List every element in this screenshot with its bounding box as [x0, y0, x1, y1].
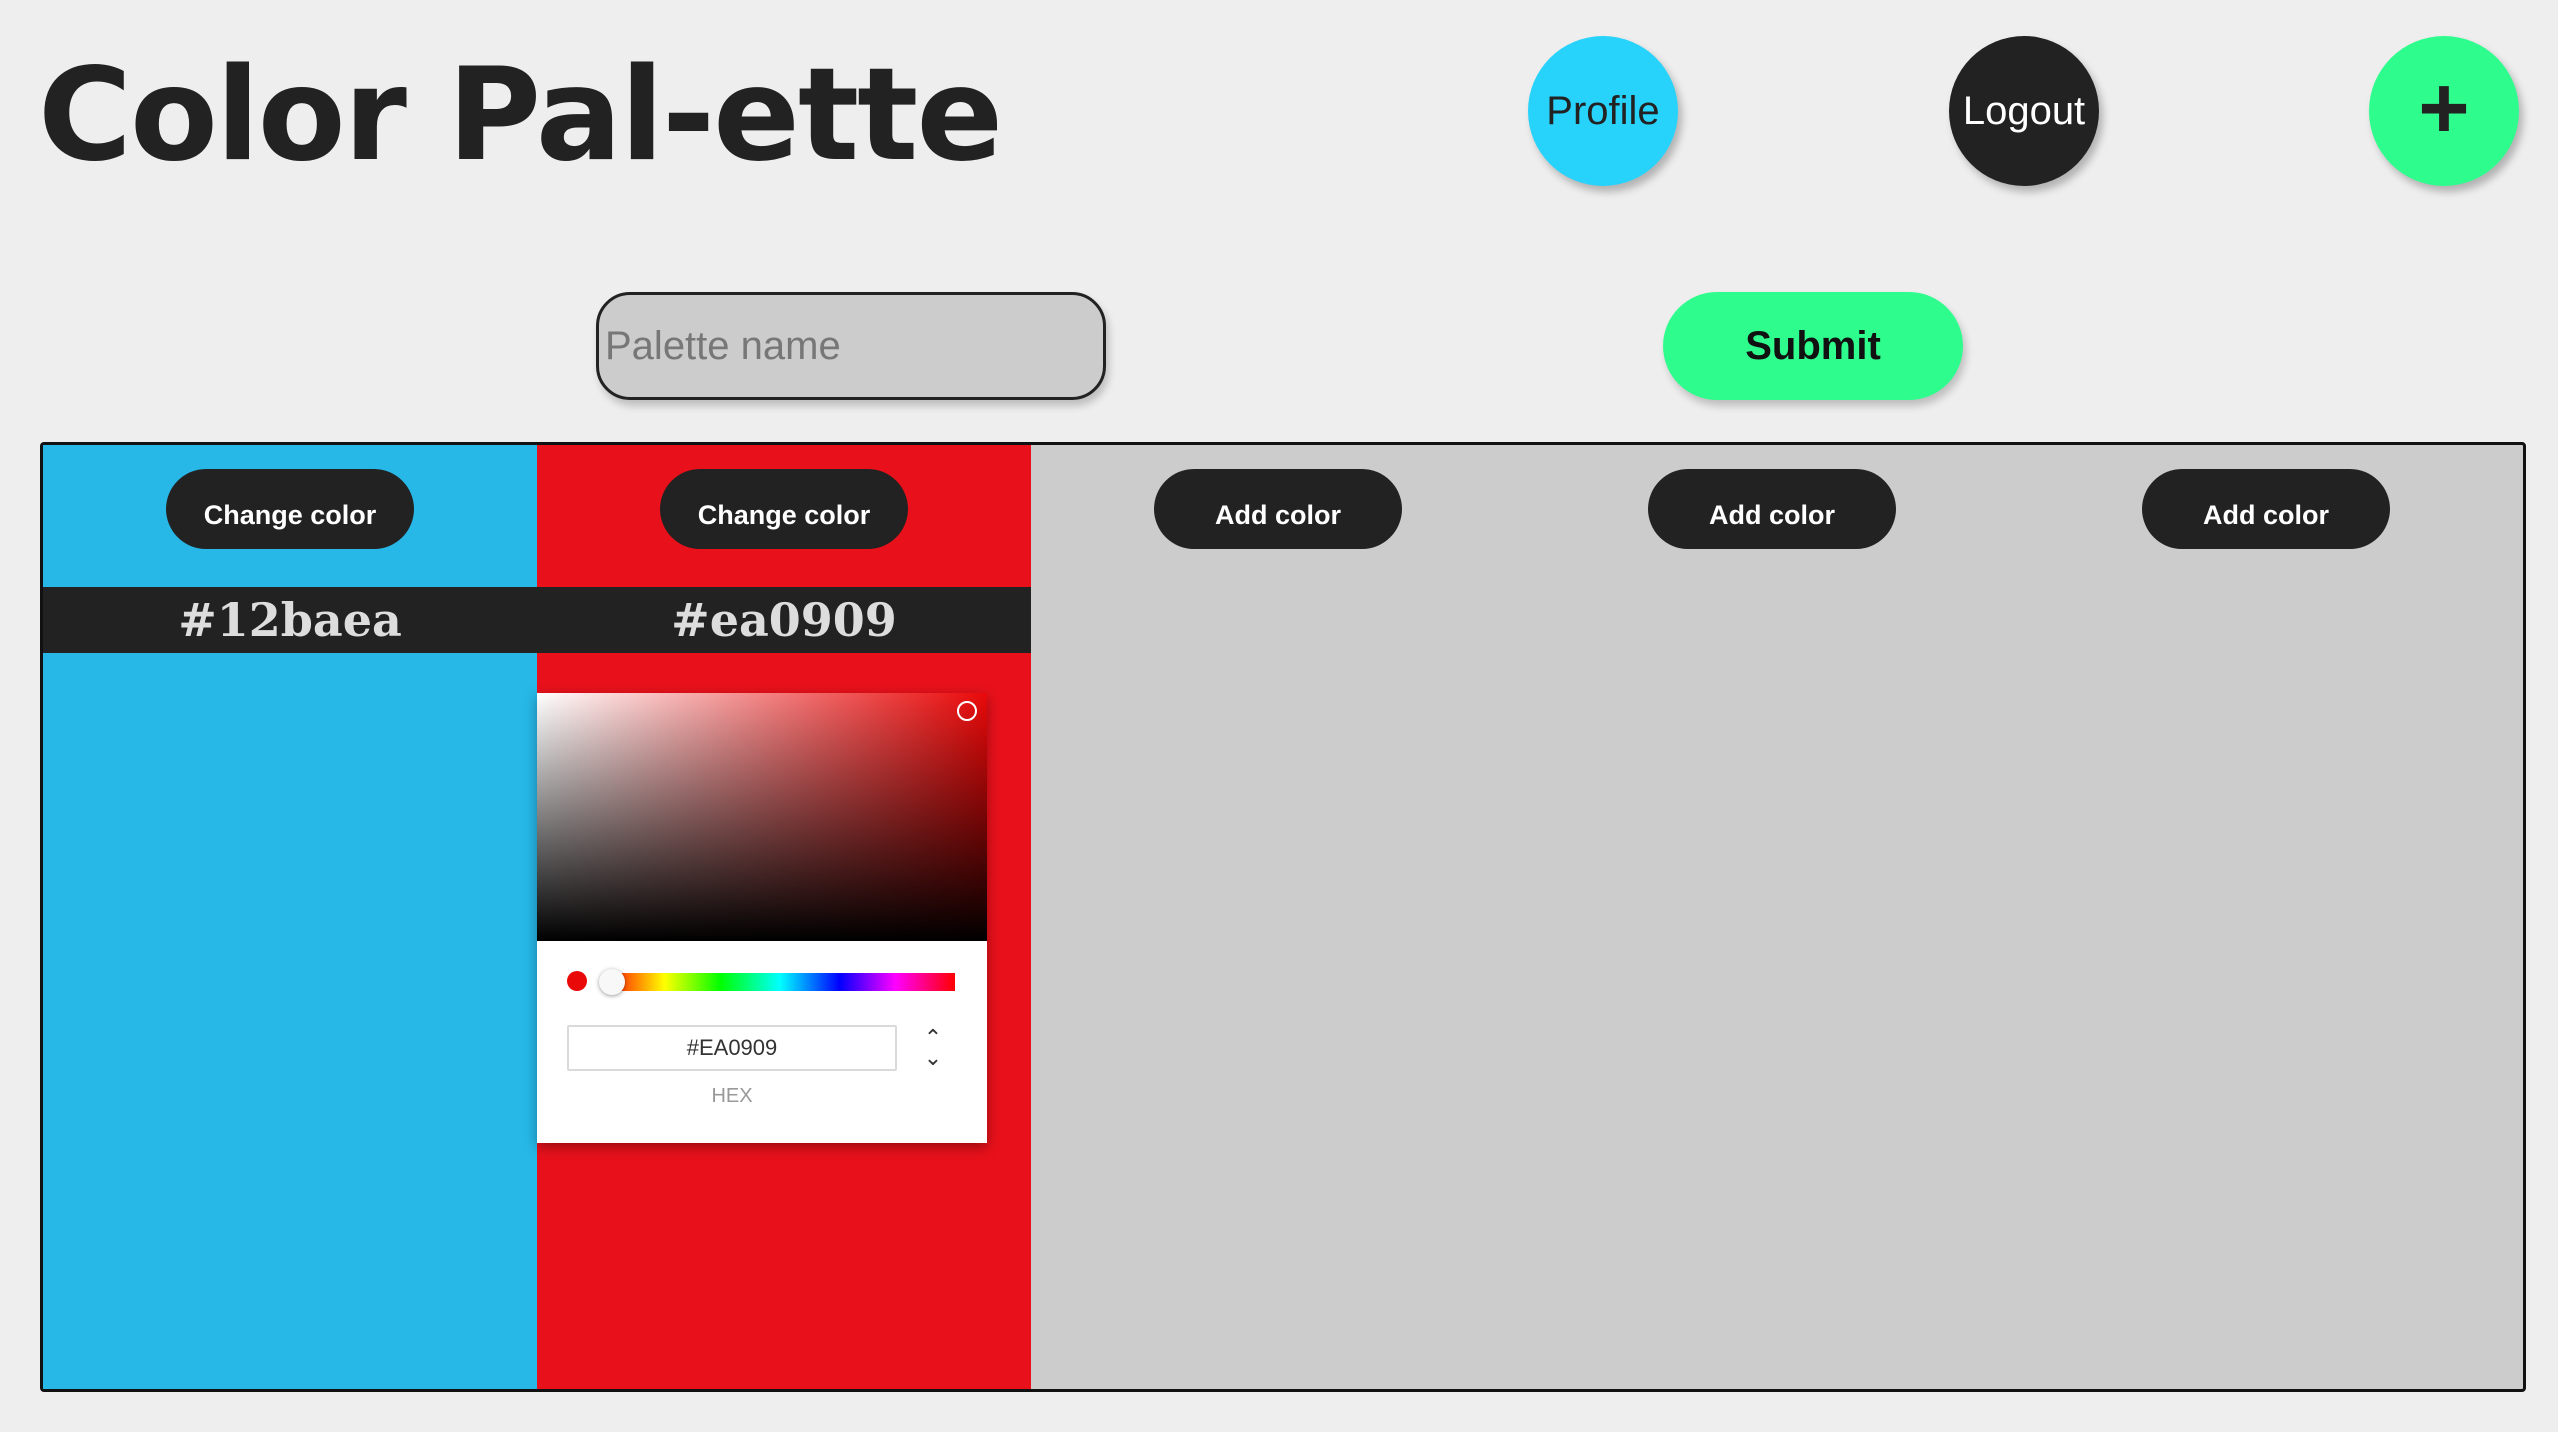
palette-name-input[interactable]	[596, 292, 1106, 400]
hue-slider[interactable]	[605, 973, 955, 991]
format-toggle-icon[interactable]: ⌃ ⌄	[921, 1025, 945, 1071]
color-swatch-3: Add color	[1031, 445, 1525, 1389]
logout-button[interactable]: Logout	[1949, 36, 2099, 186]
saturation-area[interactable]	[537, 693, 987, 941]
plus-icon: +	[2418, 58, 2470, 157]
add-palette-button[interactable]: +	[2369, 36, 2519, 186]
color-swatch-4: Add color	[1525, 445, 2019, 1389]
hex-mode-label: HEX	[711, 1085, 753, 1107]
color-picker-popover: ⌃ ⌄ HEX	[537, 693, 987, 1143]
profile-button[interactable]: Profile	[1528, 36, 1678, 186]
add-color-button[interactable]: Add color	[2142, 469, 2390, 549]
current-color-dot	[567, 971, 587, 991]
submit-button[interactable]: Submit	[1663, 292, 1963, 400]
color-swatch-1: Change color #12baea	[43, 445, 537, 1389]
palette-container: Change color #12baea Change color #ea090…	[40, 442, 2526, 1392]
hue-slider-handle[interactable]	[599, 969, 625, 995]
color-swatch-5: Add color	[2019, 445, 2513, 1389]
saturation-handle[interactable]	[957, 701, 977, 721]
change-color-button[interactable]: Change color	[660, 469, 908, 549]
hex-code-label: #12baea	[43, 587, 537, 653]
add-color-button[interactable]: Add color	[1154, 469, 1402, 549]
change-color-button[interactable]: Change color	[166, 469, 414, 549]
chevron-down-icon: ⌄	[923, 1045, 943, 1070]
color-swatch-2: Change color #ea0909 ⌃ ⌄ HEX	[537, 445, 1031, 1389]
hex-input[interactable]	[567, 1025, 897, 1071]
hex-code-label: #ea0909	[537, 587, 1031, 653]
add-color-button[interactable]: Add color	[1648, 469, 1896, 549]
page-title: Color Pal-ette	[38, 41, 1003, 190]
